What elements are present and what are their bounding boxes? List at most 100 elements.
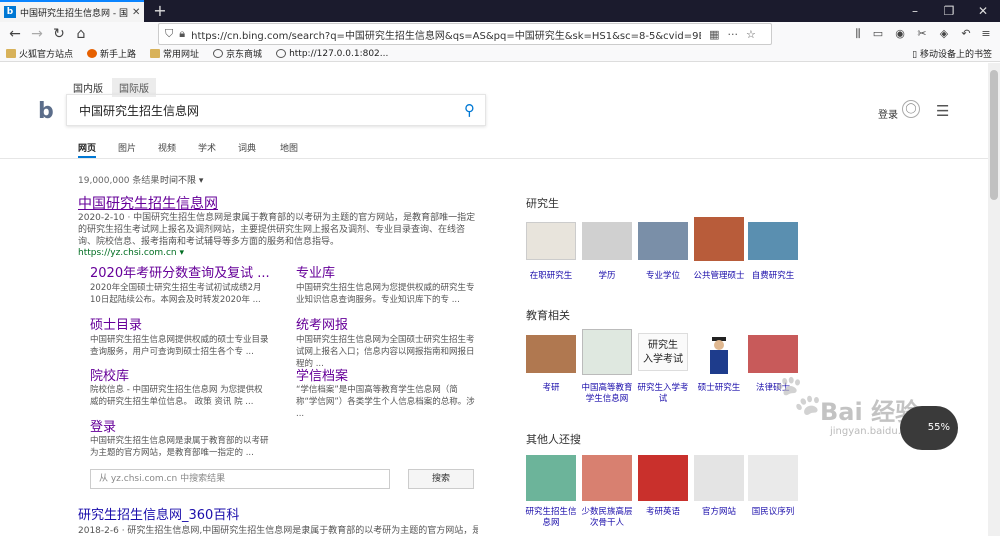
caption[interactable]: 官方网站 <box>693 507 745 518</box>
close-window-icon[interactable]: ✕ <box>966 0 1000 22</box>
sublink-title[interactable]: 专业库 <box>296 262 335 281</box>
sidebar-icon[interactable]: ▭ <box>868 22 888 46</box>
page-actions-icon[interactable]: ··· <box>728 28 739 41</box>
bookmark-item[interactable]: http://127.0.0.1:802... <box>276 49 388 59</box>
caption[interactable]: 研究生入学考试 <box>637 383 689 405</box>
caption[interactable]: 考研英语 <box>637 507 689 518</box>
thumbnail-graduates[interactable] <box>638 222 688 260</box>
result-title[interactable]: 研究生招生信息网_360百科 <box>78 504 239 523</box>
bookmark-item[interactable]: 新手上路 <box>87 47 136 60</box>
sublink-snippet: 中国研究生招生信息网提供权威的硕士专业目录查询服务，用户可查询到硕士招生各个专 … <box>90 335 269 357</box>
close-tab-icon[interactable]: ✕ <box>132 7 140 18</box>
lock-icon[interactable]: 🔒︎ <box>179 27 185 41</box>
caption[interactable]: 自费研究生 <box>747 271 799 282</box>
result-title[interactable]: 中国研究生招生信息网 <box>78 193 218 213</box>
sublink-snippet: 2020年全国硕士研究生招生考试初试成绩2月10日起陆续公布。本网会及时转发20… <box>90 283 262 305</box>
thumbnail-study[interactable] <box>526 335 576 373</box>
caption[interactable]: 中国高等教育学生信息网 <box>581 383 633 405</box>
search-input[interactable] <box>79 103 449 117</box>
thumbnail-calligraphy[interactable]: 研究生 入学考试 <box>638 333 688 371</box>
caption[interactable]: 少数民族高层次骨干人 <box>581 507 633 529</box>
avatar[interactable]: ◯ <box>902 100 920 118</box>
new-tab-button[interactable]: + <box>150 1 170 21</box>
bookmark-item[interactable]: 火狐官方站点 <box>6 47 73 60</box>
thumbnail-poster[interactable] <box>694 217 744 261</box>
caption[interactable]: 考研 <box>525 383 577 394</box>
back-button[interactable]: ← <box>4 23 26 45</box>
result-url[interactable]: https://yz.chsi.com.cn ▾ <box>78 248 184 258</box>
thumbnail-people[interactable] <box>582 222 632 260</box>
thumbnail-book[interactable] <box>638 455 688 501</box>
tab-web[interactable]: 网页 <box>78 141 97 158</box>
bookmark-star-icon[interactable]: ☆ <box>746 28 756 41</box>
home-button[interactable]: ⌂ <box>70 23 92 45</box>
sublink-title[interactable]: 学信档案 <box>296 365 348 384</box>
sublink-title[interactable]: 2020年考研分数查询及复试 ... <box>90 262 270 281</box>
caption[interactable]: 学历 <box>581 271 633 282</box>
menu-icon[interactable]: ≡ <box>976 22 996 46</box>
extension-icon[interactable]: ◈ <box>934 22 954 46</box>
search-box: ⚲ <box>66 94 486 126</box>
search-icon[interactable]: ⚲ <box>464 101 475 119</box>
caption[interactable]: 研究生招生信息网 <box>525 507 577 529</box>
thumbnail-classroom[interactable] <box>748 222 798 260</box>
caption[interactable]: 专业学位 <box>637 271 689 282</box>
time-filter[interactable]: 时间不限 ▾ <box>160 173 203 186</box>
undo-icon[interactable]: ↶ <box>956 22 976 46</box>
sublink-title[interactable]: 统考网报 <box>296 314 348 333</box>
mobile-bookmarks[interactable]: ▯ 移动设备上的书签 <box>912 47 992 60</box>
site-search-button[interactable]: 搜索 <box>408 469 474 489</box>
restore-icon[interactable]: ❐ <box>932 0 966 22</box>
sublink-snippet: 院校信息 - 中国研究生招生信息网 为您提供权威的研究生招生单位信息。 政策 资… <box>90 385 263 407</box>
screenshot-icon[interactable]: ✂ <box>912 22 932 46</box>
library-icon[interactable]: ⫼ <box>848 22 868 46</box>
bing-favicon-icon: b <box>4 6 16 18</box>
sublink-title[interactable]: 登录 <box>90 416 116 435</box>
thumbnail-certificate[interactable] <box>526 222 576 260</box>
tab-strip: b 中国研究生招生信息网 - 国内版 ✕ + – ❐ ✕ <box>0 0 1000 22</box>
tab-title: 中国研究生招生信息网 - 国内版 <box>20 8 128 19</box>
caption[interactable]: 公共管理硕士 <box>693 271 745 282</box>
nav-toolbar: ← → ↻ ⌂ ⛉ 🔒︎ https://cn.bing.com/search?… <box>0 22 1000 46</box>
thumbnail-crowd[interactable] <box>748 335 798 373</box>
result-count: 19,000,000 条结果 <box>78 176 160 186</box>
hamburger-menu-icon[interactable]: ☰ <box>936 102 949 120</box>
sublink-title[interactable]: 硕士目录 <box>90 314 142 333</box>
caption[interactable]: 国民议序列 <box>747 507 799 518</box>
bing-logo[interactable]: b <box>38 99 54 124</box>
site-search-input[interactable]: 从 yz.chsi.com.cn 中搜索结果 <box>90 469 390 489</box>
thumbnail-website[interactable] <box>582 329 632 375</box>
scrollbar-thumb[interactable] <box>990 70 998 200</box>
tab-videos[interactable]: 视频 <box>158 141 176 154</box>
tab-dictionary[interactable]: 词典 <box>238 141 256 154</box>
shield-icon[interactable]: ⛉ <box>165 27 173 41</box>
reload-button[interactable]: ↻ <box>48 23 70 45</box>
caption[interactable]: 硕士研究生 <box>693 383 745 394</box>
forward-button[interactable]: → <box>26 23 48 45</box>
tab-active[interactable]: b 中国研究生招生信息网 - 国内版 ✕ <box>0 0 144 22</box>
account-icon[interactable]: ◉ <box>890 22 910 46</box>
bookmark-item[interactable]: 京东商城 <box>213 47 262 60</box>
tab-maps[interactable]: 地图 <box>280 141 298 154</box>
result-snippet: 2020-2-10 · 中国研究生招生信息网是隶属于教育部的以考研为主题的官方网… <box>78 213 476 247</box>
bookmarks-bar: 火狐官方站点 新手上路 常用网址 京东商城 http://127.0.0.1:8… <box>0 46 1000 62</box>
thumbnail-docs[interactable] <box>694 455 744 501</box>
sublink-title[interactable]: 院校库 <box>90 365 129 384</box>
minimize-icon[interactable]: – <box>898 0 932 22</box>
result-snippet: 2018-2-6 · 研究生招生信息网,中国研究生招生信息网是隶属于教育部的以考… <box>78 526 478 536</box>
bookmark-item[interactable]: 常用网址 <box>150 47 199 60</box>
sublink-snippet: “学信档案”是中国高等教育学生信息网（简称“学信网”）各类学生个人信息档案的总称… <box>296 385 475 419</box>
tab-academic[interactable]: 学术 <box>198 141 216 154</box>
tab-images[interactable]: 图片 <box>118 141 136 154</box>
thumbnail-site[interactable] <box>526 455 576 501</box>
login-link[interactable]: 登录 <box>878 106 898 121</box>
url-text[interactable]: https://cn.bing.com/search?q=中国研究生招生信息网&… <box>191 27 701 42</box>
globe-icon <box>213 49 224 58</box>
caption[interactable]: 在职研究生 <box>525 271 577 282</box>
url-bar[interactable]: ⛉ 🔒︎ https://cn.bing.com/search?q=中国研究生招… <box>158 23 772 45</box>
speed-gauge: 55% <box>900 406 958 450</box>
thumbnail-graduate-gown[interactable] <box>694 331 744 375</box>
qr-code-icon[interactable]: ▦ <box>709 28 719 41</box>
thumbnail-students[interactable] <box>582 455 632 501</box>
paw-icon: 🐾︎ <box>770 371 826 422</box>
